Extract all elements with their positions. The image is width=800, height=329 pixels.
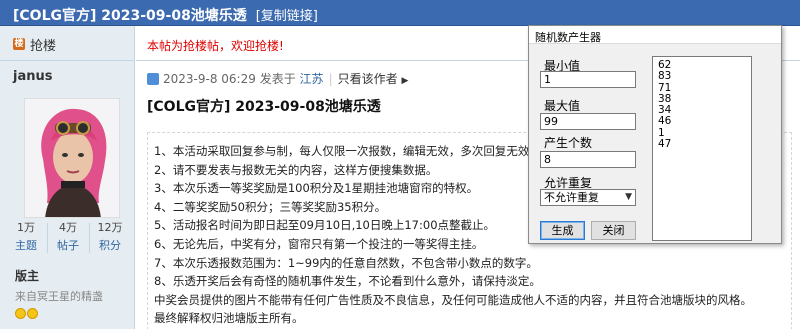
lou-icon: 楼 (13, 38, 25, 50)
post-location: 江苏 (299, 72, 324, 86)
post-time: 2023-9-8 06:29 (163, 72, 256, 86)
result-item: 47 (658, 138, 672, 151)
result-item: 46 (658, 115, 672, 128)
author-role: 版主 (15, 269, 40, 283)
result-item: 1 (658, 126, 665, 139)
post-title: [COLG官方] 2023-09-08池塘乐透 (147, 99, 381, 115)
medal-row (15, 308, 39, 320)
author-username[interactable]: janus (13, 69, 52, 84)
content-line: 7、本次乐透报数范围为：1~99内的任意自然数，不包含带小数点的数字。 (154, 255, 538, 270)
stat-topics-label: 主题 (15, 239, 37, 252)
medal-icon (15, 308, 26, 319)
posted-from-label: 发表于 (259, 72, 296, 86)
random-number-dialog: 随机数产生器 最小值 1 最大值 99 产生个数 8 允许重复 不允许重复 ▼ … (528, 25, 782, 244)
max-input[interactable]: 99 (540, 113, 636, 130)
stat-points-value: 12万 (97, 221, 123, 234)
author-stats: 1万 主题 4万 帖子 12万 积分 (6, 219, 130, 259)
repeat-selected: 不允许重复 (544, 191, 599, 204)
result-item: 34 (658, 104, 672, 117)
results-list[interactable]: 62 83 71 38 34 46 1 47 (652, 56, 752, 241)
author-sidebar: 楼 抢楼 janus 1万 主题 4万 帖子 12万 积分 版主 来自冥王星的精… (0, 26, 135, 329)
stat-topics[interactable]: 1万 主题 (6, 219, 46, 255)
max-label: 最大值 (544, 99, 581, 113)
forum-thread-page: [COLG官方] 2023-09-08池塘乐透 [复制链接] 楼 抢楼 janu… (0, 0, 800, 329)
result-item: 62 (658, 59, 672, 71)
count-label: 产生个数 (544, 136, 593, 150)
only-author-link[interactable]: 只看该作者 (338, 72, 398, 86)
result-item: 83 (658, 70, 672, 83)
floor-label: 抢楼 (30, 39, 57, 54)
dialog-title: 随机数产生器 (535, 31, 601, 44)
close-button[interactable]: 关闭 (591, 221, 636, 240)
stat-points-label: 积分 (99, 239, 121, 252)
triangle-right-icon: ▶ (401, 76, 409, 86)
content-line: 中奖会员提供的图片不能带有任何广告性质及不良信息，及任何可能造成他人不适的内容，… (154, 292, 752, 307)
content-line: 最终解释权归池塘版主所有。 (154, 311, 304, 326)
thread-title: [COLG官方] 2023-09-08池塘乐透 (13, 8, 247, 24)
result-item: 38 (658, 92, 672, 105)
stat-points[interactable]: 12万 积分 (90, 219, 130, 255)
notice-text: 本帖为抢楼帖，欢迎抢楼! (147, 39, 284, 53)
thread-title-line: [COLG官方] 2023-09-08池塘乐透 [复制链接] (13, 5, 318, 25)
content-line: 8、乐透开奖后会有奇怪的随机事件发生，不论看到什么意外，请保持淡定。 (154, 274, 541, 289)
stat-posts-value: 4万 (59, 221, 77, 234)
thread-title-bar: [COLG官方] 2023-09-08池塘乐透 [复制链接] (0, 0, 800, 26)
post-meta: 2023-9-8 06:29 发表于 江苏 | 只看该作者 ▶ (147, 70, 408, 87)
chevron-down-icon: ▼ (625, 192, 632, 202)
stat-posts-label: 帖子 (57, 239, 79, 252)
floor-header: 楼 抢楼 (0, 26, 134, 61)
author-custom-title: 来自冥王星的精盏 (15, 290, 103, 303)
result-item: 71 (658, 81, 672, 94)
dialog-title-bar[interactable]: 随机数产生器 (529, 26, 781, 44)
avatar-image (25, 99, 119, 217)
meta-divider: | (328, 72, 333, 86)
stat-topics-value: 1万 (17, 221, 35, 234)
post-status-icon (147, 73, 159, 85)
min-input[interactable]: 1 (540, 71, 636, 88)
stat-posts[interactable]: 4万 帖子 (48, 219, 88, 255)
copy-link-button[interactable]: [复制链接] (256, 9, 318, 24)
medal-icon (27, 308, 38, 319)
avatar[interactable] (24, 98, 120, 218)
count-input[interactable]: 8 (540, 151, 636, 168)
generate-button[interactable]: 生成 (540, 221, 585, 240)
repeat-select[interactable]: 不允许重复 ▼ (540, 189, 636, 206)
